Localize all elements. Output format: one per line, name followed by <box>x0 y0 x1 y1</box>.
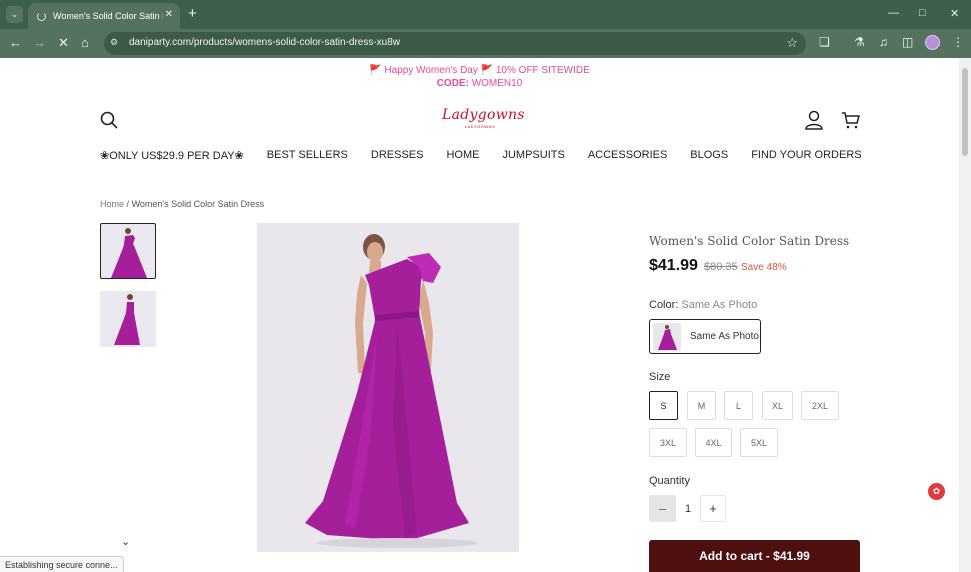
product-thumbnail-1[interactable] <box>100 223 156 279</box>
quantity-label: Quantity <box>649 475 690 487</box>
browser-status-bar: Establishing secure conne... <box>0 556 124 572</box>
side-panel-icon[interactable]: ◫ <box>902 35 913 49</box>
color-label-text: Color: <box>649 299 679 311</box>
product-thumbnail-2[interactable] <box>100 291 156 347</box>
nav-item-find-orders[interactable]: FIND YOUR ORDERS <box>751 149 861 162</box>
color-option-same-as-photo[interactable]: Same As Photo <box>649 319 761 354</box>
breadcrumb-current: Women's Solid Color Satin Dress <box>131 199 265 209</box>
browser-tab-bar: ⌄ Women's Solid Color Satin Dress ✕ + — … <box>0 0 971 29</box>
color-swatch-image <box>653 322 681 351</box>
nav-item-blogs[interactable]: BLOGS <box>690 149 728 162</box>
size-option-s[interactable]: S <box>649 391 678 420</box>
dress-back-thumbnail-image <box>114 294 140 345</box>
store-logo[interactable]: Ladygowns LADYGOWNS <box>442 107 525 129</box>
cart-icon[interactable] <box>841 111 860 129</box>
labs-flask-icon[interactable]: ⚗ <box>854 35 865 49</box>
nav-item-accessories[interactable]: ACCESSORIES <box>588 149 667 162</box>
home-icon[interactable]: ⌂ <box>81 35 89 50</box>
size-option-4xl[interactable]: 4XL <box>695 428 732 457</box>
extensions-icon[interactable]: ❏ <box>819 35 830 49</box>
profile-avatar[interactable] <box>925 35 940 50</box>
nav-item-home[interactable]: HOME <box>446 149 479 162</box>
thumbnails-scroll-down-icon[interactable]: ⌄ <box>121 535 130 548</box>
window-close-icon[interactable]: ✕ <box>950 7 959 20</box>
browser-menu-icon[interactable]: ⋮ <box>952 35 964 49</box>
back-arrow-icon[interactable]: ← <box>9 35 22 50</box>
promo-line: 🚩 Happy Women's Day 🚩 10% OFF SITEWIDE <box>369 65 590 76</box>
url-text: daniparty.com/products/womens-solid-colo… <box>129 37 401 48</box>
add-to-cart-button[interactable]: Add to cart - $41.99 <box>649 540 860 572</box>
tab-search-icon[interactable]: ⌄ <box>6 6 23 23</box>
size-label: Size <box>649 371 671 383</box>
browser-toolbar: ← → ✕ ⌂ ⚙ daniparty.com/products/womens-… <box>0 29 971 58</box>
search-icon[interactable] <box>100 111 118 129</box>
minimize-icon[interactable]: — <box>888 7 899 19</box>
tab-title: Women's Solid Color Satin Dress <box>53 11 163 21</box>
size-option-l[interactable]: L <box>724 391 753 420</box>
size-option-5xl[interactable]: 5XL <box>740 428 778 457</box>
size-option-3xl[interactable]: 3XL <box>649 428 687 457</box>
dress-thumbnail-image <box>111 228 147 278</box>
forward-arrow-icon[interactable]: → <box>33 35 46 50</box>
stop-loading-icon[interactable]: ✕ <box>58 35 69 51</box>
address-bar[interactable]: ⚙ daniparty.com/products/womens-solid-co… <box>104 32 806 55</box>
size-option-m[interactable]: M <box>687 391 716 420</box>
color-selected-value: Same As Photo <box>681 299 758 311</box>
logo-subtext: LADYGOWNS <box>464 124 496 129</box>
product-title: Women's Solid Color Satin Dress <box>649 234 850 248</box>
close-tab-icon[interactable]: ✕ <box>165 9 173 20</box>
browser-tab[interactable]: Women's Solid Color Satin Dress ✕ <box>28 3 180 29</box>
page-scrollbar[interactable] <box>959 58 971 572</box>
new-tab-icon[interactable]: + <box>188 5 197 22</box>
bookmark-star-icon[interactable]: ☆ <box>786 35 798 51</box>
compare-price: $80.35 <box>704 261 738 273</box>
color-label: Color: Same As Photo <box>649 299 757 311</box>
nav-item-price-deal[interactable]: ❀ONLY US$29.9 PER DAY❀ <box>100 149 244 162</box>
breadcrumb-home[interactable]: Home <box>100 199 124 209</box>
media-controls-icon[interactable]: ♫ <box>879 35 888 49</box>
quantity-input[interactable]: 1 <box>676 495 700 522</box>
nav-item-jumpsuits[interactable]: JUMPSUITS <box>502 149 564 162</box>
scrollbar-thumb[interactable] <box>962 68 968 156</box>
logo-text: Ladygowns <box>442 107 525 123</box>
quantity-decrease-button[interactable]: – <box>649 495 676 522</box>
main-navigation: ❀ONLY US$29.9 PER DAY❀ BEST SELLERS DRES… <box>100 149 862 162</box>
breadcrumb-separator: / <box>126 199 130 209</box>
gift-chat-icon[interactable]: ✿ <box>928 483 945 500</box>
dress-photo <box>257 223 519 552</box>
color-option-label: Same As Photo <box>690 331 759 342</box>
promo-code-label: CODE: <box>436 78 469 89</box>
nav-item-best-sellers[interactable]: BEST SELLERS <box>267 149 348 162</box>
promo-code-value: WOMEN10 <box>471 78 523 89</box>
product-main-image[interactable] <box>257 223 519 552</box>
promo-banner[interactable]: 🚩 Happy Women's Day 🚩 10% OFF SITEWIDE C… <box>0 64 959 90</box>
size-option-xl[interactable]: XL <box>762 391 793 420</box>
account-icon[interactable] <box>805 110 823 130</box>
save-badge: Save 48% <box>741 262 787 273</box>
quantity-increase-button[interactable]: + <box>700 495 726 522</box>
size-option-2xl[interactable]: 2XL <box>801 391 839 420</box>
site-info-icon[interactable]: ⚙ <box>110 37 122 49</box>
maximize-icon[interactable]: □ <box>919 7 926 19</box>
loading-spinner-icon <box>37 11 46 21</box>
product-price: $41.99 <box>649 257 698 274</box>
nav-item-dresses[interactable]: DRESSES <box>371 149 424 162</box>
page: 🚩 Happy Women's Day 🚩 10% OFF SITEWIDE C… <box>0 58 959 572</box>
dress-swatch-image <box>658 324 677 350</box>
breadcrumb: Home / Women's Solid Color Satin Dress <box>100 199 264 209</box>
